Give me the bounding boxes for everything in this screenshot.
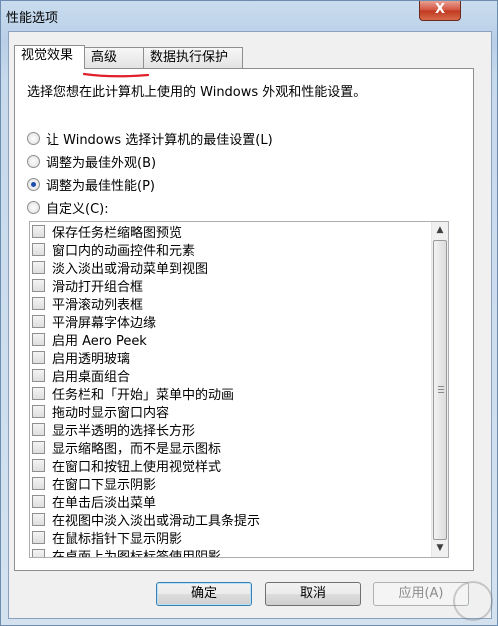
dialog-client: 视觉效果 高级 数据执行保护 选择您想在此计算机上使用的 Windows 外观和…	[8, 31, 492, 619]
cancel-button[interactable]: 取消	[265, 582, 361, 606]
effect-label: 在窗口和按钮上使用视觉样式	[52, 459, 222, 475]
tab-advanced[interactable]: 高级	[84, 47, 144, 68]
effect-label: 启用透明玻璃	[52, 351, 131, 367]
effect-checkbox[interactable]	[32, 404, 45, 418]
effect-checkbox[interactable]	[32, 512, 45, 526]
effect-label: 在桌面上为图标标签使用阴影	[52, 549, 222, 558]
ok-button[interactable]: 确定	[156, 582, 252, 606]
effect-checkbox[interactable]	[32, 350, 45, 364]
effect-label: 显示半透明的选择长方形	[52, 423, 196, 439]
intro-text: 选择您想在此计算机上使用的 Windows 外观和性能设置。	[27, 85, 367, 100]
effect-list-item[interactable]: 平滑滚动列表框	[30, 294, 432, 313]
effect-list-item[interactable]: 显示半透明的选择长方形	[30, 420, 432, 439]
effect-label: 拖动时显示窗口内容	[52, 405, 170, 421]
close-button[interactable]: X	[419, 1, 461, 21]
effects-list[interactable]: 保存任务栏缩略图预览 窗口内的动画控件和元素 淡入淡出或滑动菜单到视图 滑动打开组合框…	[29, 221, 449, 558]
effect-checkbox[interactable]	[32, 548, 45, 557]
effect-label: 在视图中淡入淡出或滑动工具条提示	[52, 513, 261, 529]
effect-checkbox[interactable]	[32, 422, 45, 436]
radio-button-selected[interactable]	[27, 177, 40, 191]
window-title: 性能选项	[6, 11, 59, 26]
effect-list-item[interactable]: 启用桌面组合	[30, 366, 432, 385]
effect-checkbox[interactable]	[32, 242, 45, 256]
radio-label: 自定义(C):	[46, 201, 109, 217]
effect-label: 在窗口下显示阴影	[52, 477, 157, 493]
effect-checkbox[interactable]	[32, 260, 45, 274]
effects-scrollbar[interactable]: ▲ ▼	[431, 222, 448, 557]
effect-list-item[interactable]: 窗口内的动画控件和元素	[30, 240, 432, 259]
radio-best-performance[interactable]: 调整为最佳性能(P)	[27, 175, 155, 194]
effect-checkbox[interactable]	[32, 476, 45, 490]
scroll-up-arrow-icon[interactable]: ▲	[432, 222, 448, 239]
effect-label: 窗口内的动画控件和元素	[52, 243, 196, 259]
effect-label: 在单击后淡出菜单	[52, 495, 157, 511]
radio-label: 调整为最佳性能(P)	[46, 178, 155, 194]
radio-button[interactable]	[27, 154, 40, 168]
effect-list-item[interactable]: 在单击后淡出菜单	[30, 492, 432, 511]
performance-options-window: 性能选项 X 视觉效果 高级 数据执行保护 选择您想在此计算机上使用的 Wind…	[0, 0, 498, 626]
effect-label: 启用 Aero Peek	[52, 333, 147, 349]
tab-visual-effects[interactable]: 视觉效果	[14, 45, 85, 69]
effect-label: 保存任务栏缩略图预览	[52, 225, 183, 241]
effect-list-item[interactable]: 在鼠标指针下显示阴影	[30, 528, 432, 547]
effect-checkbox[interactable]	[32, 386, 45, 400]
effect-label: 平滑屏幕字体边缘	[52, 315, 157, 331]
effect-label: 淡入淡出或滑动菜单到视图	[52, 261, 209, 277]
effect-checkbox[interactable]	[32, 224, 45, 238]
radio-custom[interactable]: 自定义(C):	[27, 198, 109, 217]
effect-list-item[interactable]: 在视图中淡入淡出或滑动工具条提示	[30, 510, 432, 529]
close-icon: X	[434, 2, 446, 17]
effect-list-item[interactable]: 启用透明玻璃	[30, 348, 432, 367]
effect-checkbox[interactable]	[32, 296, 45, 310]
effect-label: 在鼠标指针下显示阴影	[52, 531, 183, 547]
effect-label: 显示缩略图，而不是显示图标	[52, 441, 222, 457]
effect-list-item[interactable]: 显示缩略图，而不是显示图标	[30, 438, 432, 457]
effect-list-item[interactable]: 滑动打开组合框	[30, 276, 432, 295]
effect-checkbox[interactable]	[32, 278, 45, 292]
radio-label: 让 Windows 选择计算机的最佳设置(L)	[46, 132, 273, 148]
effect-list-item[interactable]: 在窗口和按钮上使用视觉样式	[30, 456, 432, 475]
effect-label: 启用桌面组合	[52, 369, 131, 385]
effect-list-item[interactable]: 平滑屏幕字体边缘	[30, 312, 432, 331]
effect-checkbox[interactable]	[32, 530, 45, 544]
effect-list-item[interactable]: 淡入淡出或滑动菜单到视图	[30, 258, 432, 277]
radio-button[interactable]	[27, 131, 40, 145]
effect-list-item[interactable]: 任务栏和「开始」菜单中的动画	[30, 384, 432, 403]
visual-effects-panel: 选择您想在此计算机上使用的 Windows 外观和性能设置。 让 Windows…	[14, 68, 474, 571]
effect-list-item[interactable]: 保存任务栏缩略图预览	[30, 222, 432, 241]
radio-button[interactable]	[27, 200, 40, 214]
effect-checkbox[interactable]	[32, 332, 45, 346]
effect-label: 任务栏和「开始」菜单中的动画	[52, 387, 235, 403]
effects-items: 保存任务栏缩略图预览 窗口内的动画控件和元素 淡入淡出或滑动菜单到视图 滑动打开组合框…	[30, 222, 432, 558]
effect-checkbox[interactable]	[32, 314, 45, 328]
effect-label: 滑动打开组合框	[52, 279, 144, 295]
effect-label: 平滑滚动列表框	[52, 297, 144, 313]
effect-list-item[interactable]: 在桌面上为图标标签使用阴影	[30, 546, 432, 558]
effect-checkbox[interactable]	[32, 440, 45, 454]
watermark-logo	[453, 581, 493, 621]
effect-list-item[interactable]: 拖动时显示窗口内容	[30, 402, 432, 421]
radio-label: 调整为最佳外观(B)	[46, 155, 157, 171]
effect-checkbox[interactable]	[32, 368, 45, 382]
tab-data-execution-prevention[interactable]: 数据执行保护	[143, 47, 243, 68]
scroll-thumb[interactable]	[433, 240, 447, 540]
red-underline-annotation	[83, 72, 149, 78]
radio-let-windows-choose[interactable]: 让 Windows 选择计算机的最佳设置(L)	[27, 129, 273, 148]
effect-list-item[interactable]: 启用 Aero Peek	[30, 330, 432, 349]
effect-list-item[interactable]: 在窗口下显示阴影	[30, 474, 432, 493]
radio-best-appearance[interactable]: 调整为最佳外观(B)	[27, 152, 157, 171]
effect-checkbox[interactable]	[32, 458, 45, 472]
effect-checkbox[interactable]	[32, 494, 45, 508]
scroll-down-arrow-icon[interactable]: ▼	[432, 540, 448, 557]
